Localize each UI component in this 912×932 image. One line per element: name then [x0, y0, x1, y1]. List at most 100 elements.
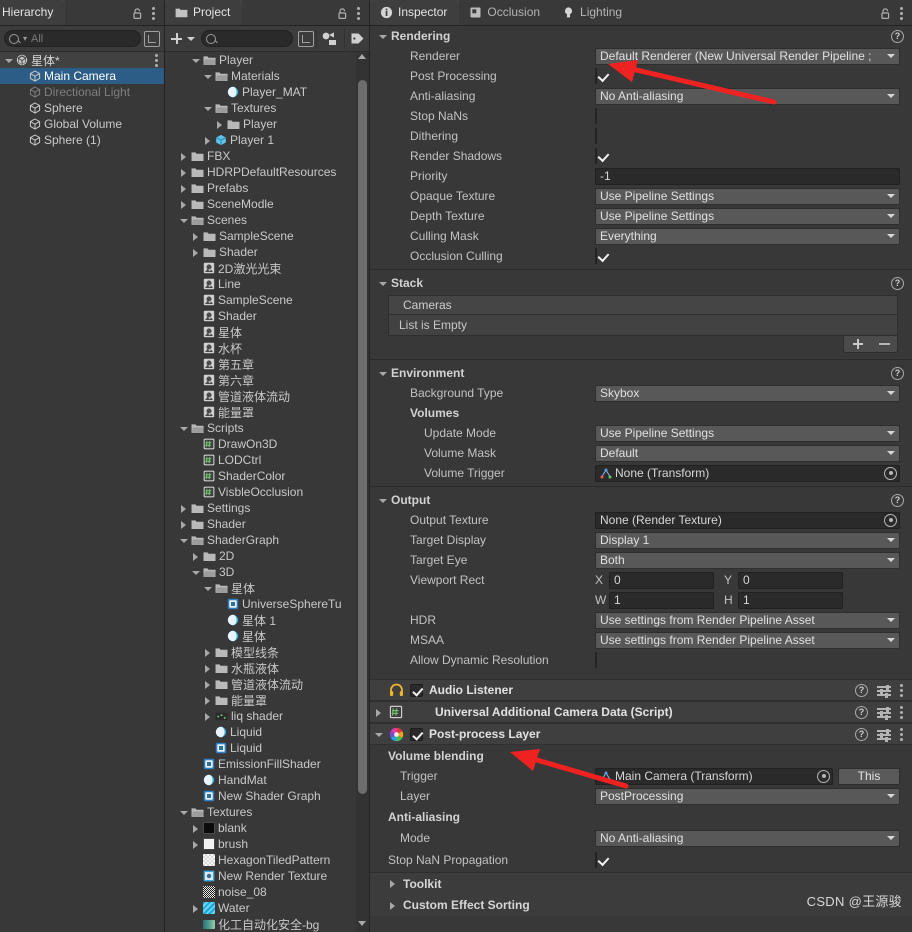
hierarchy-scene-menu-icon[interactable] [155, 53, 159, 67]
pp-trigger-this-button[interactable]: This [838, 768, 900, 785]
project-item-35[interactable]: UniverseSphereTu [165, 596, 369, 612]
project-search-popout-icon[interactable] [298, 31, 314, 47]
project-item-46[interactable]: HandMat [165, 772, 369, 788]
component-menu-icon[interactable] [900, 683, 904, 697]
component-menu-icon[interactable] [900, 705, 904, 719]
chevron-down-icon[interactable] [191, 568, 200, 577]
chevron-down-icon[interactable] [179, 808, 188, 817]
project-item-5[interactable]: Player [165, 116, 369, 132]
chevron-right-icon[interactable] [191, 248, 200, 257]
hierarchy-item-3[interactable]: Sphere [0, 100, 164, 116]
project-item-49[interactable]: blank [165, 820, 369, 836]
hdr-dropdown[interactable]: Use settings from Render Pipeline Asset [595, 612, 900, 629]
project-item-9[interactable]: Prefabs [165, 180, 369, 196]
chevron-right-icon[interactable] [191, 232, 200, 241]
hierarchy-menu-icon[interactable] [152, 6, 156, 20]
chevron-down-icon[interactable] [203, 104, 212, 113]
scroll-up-icon[interactable] [358, 54, 367, 63]
post-process-layer-enabled-checkbox[interactable] [410, 728, 423, 741]
chevron-right-icon[interactable] [203, 136, 212, 145]
project-item-22[interactable]: 管道液体流动 [165, 388, 369, 404]
chevron-down-icon[interactable] [179, 216, 188, 225]
project-item-29[interactable]: Settings [165, 500, 369, 516]
hierarchy-item-4[interactable]: Global Volume [0, 116, 164, 132]
section-stack-header[interactable]: Stack ? [370, 273, 912, 293]
project-item-42[interactable]: liq shader [165, 708, 369, 724]
component-header-audio-listener[interactable]: Audio Listener ? [370, 679, 912, 701]
project-item-23[interactable]: 能量罩 [165, 404, 369, 420]
chevron-right-icon[interactable] [203, 712, 212, 721]
project-item-3[interactable]: Player_MAT [165, 84, 369, 100]
scroll-down-icon[interactable] [358, 921, 367, 930]
chevron-right-icon[interactable] [388, 901, 397, 910]
hierarchy-item-2[interactable]: Directional Light [0, 84, 164, 100]
help-icon[interactable]: ? [855, 728, 868, 741]
project-item-16[interactable]: SampleScene [165, 292, 369, 308]
preset-icon[interactable] [877, 684, 891, 696]
preset-icon[interactable] [877, 728, 891, 740]
project-search-input[interactable] [201, 30, 293, 47]
project-scrollbar-thumb[interactable] [358, 80, 367, 794]
project-item-38[interactable]: 模型线条 [165, 644, 369, 660]
project-item-1[interactable]: Player [165, 52, 369, 68]
tab-inspector[interactable]: Inspector [370, 0, 459, 25]
occlusion-culling-checkbox[interactable] [595, 248, 597, 264]
chevron-right-icon[interactable] [203, 680, 212, 689]
project-item-39[interactable]: 水瓶液体 [165, 660, 369, 676]
project-item-25[interactable]: DrawOn3D [165, 436, 369, 452]
chevron-right-icon[interactable] [374, 708, 383, 717]
stop-nans-checkbox[interactable] [595, 108, 597, 124]
anti-aliasing-dropdown[interactable]: No Anti-aliasing [595, 88, 900, 105]
viewport-x-input[interactable]: 0 [609, 572, 714, 589]
project-item-18[interactable]: 星体 [165, 324, 369, 340]
chevron-right-icon[interactable] [191, 904, 200, 913]
chevron-right-icon[interactable] [203, 664, 212, 673]
project-item-51[interactable]: HexagonTiledPattern [165, 852, 369, 868]
update-mode-dropdown[interactable]: Use Pipeline Settings [595, 425, 900, 442]
renderer-dropdown[interactable]: Default Renderer (New Universal Render P… [595, 48, 900, 65]
project-item-24[interactable]: Scripts [165, 420, 369, 436]
chevron-right-icon[interactable] [203, 648, 212, 657]
project-item-26[interactable]: LODCtrl [165, 452, 369, 468]
lock-icon[interactable] [131, 7, 144, 20]
culling-mask-dropdown[interactable]: Everything [595, 228, 900, 245]
project-item-53[interactable]: noise_08 [165, 884, 369, 900]
tab-lighting[interactable]: Lighting [552, 0, 634, 25]
allow-dynamic-resolution-checkbox[interactable] [595, 652, 597, 668]
project-item-11[interactable]: Scenes [165, 212, 369, 228]
component-header-post-process-layer[interactable]: Post-process Layer ? [370, 723, 912, 745]
stack-add-icon[interactable] [852, 338, 864, 350]
help-icon[interactable]: ? [891, 277, 904, 290]
project-item-17[interactable]: Shader [165, 308, 369, 324]
chevron-right-icon[interactable] [179, 168, 188, 177]
volume-mask-dropdown[interactable]: Default [595, 445, 900, 462]
create-asset-chevron-icon[interactable] [187, 37, 195, 41]
volume-trigger-objectfield[interactable]: None (Transform) [595, 465, 900, 482]
create-asset-icon[interactable] [167, 30, 185, 48]
help-icon[interactable]: ? [891, 30, 904, 43]
section-rendering-header[interactable]: Rendering ? [370, 26, 912, 46]
project-item-6[interactable]: Player 1 [165, 132, 369, 148]
render-shadows-checkbox[interactable] [595, 148, 597, 164]
project-item-54[interactable]: Water [165, 900, 369, 916]
project-item-40[interactable]: 管道液体流动 [165, 676, 369, 692]
project-item-34[interactable]: 星体 [165, 580, 369, 596]
project-scrollbar[interactable] [356, 52, 369, 932]
project-item-55[interactable]: 化工自动化安全-bg [165, 916, 369, 932]
project-item-47[interactable]: New Shader Graph [165, 788, 369, 804]
project-item-27[interactable]: ShaderColor [165, 468, 369, 484]
preset-icon[interactable] [877, 706, 891, 718]
section-output-header[interactable]: Output ? [370, 490, 912, 510]
chevron-down-icon[interactable] [378, 32, 387, 41]
chevron-down-icon[interactable] [179, 424, 188, 433]
component-menu-icon[interactable] [900, 727, 904, 741]
project-item-30[interactable]: Shader [165, 516, 369, 532]
chevron-right-icon[interactable] [179, 520, 188, 529]
hierarchy-search-popout-icon[interactable] [144, 31, 160, 47]
object-picker-icon[interactable] [817, 770, 830, 783]
chevron-down-icon[interactable] [4, 56, 13, 65]
target-display-dropdown[interactable]: Display 1 [595, 532, 900, 549]
project-item-48[interactable]: Textures [165, 804, 369, 820]
project-item-2[interactable]: Materials [165, 68, 369, 84]
project-item-52[interactable]: New Render Texture [165, 868, 369, 884]
